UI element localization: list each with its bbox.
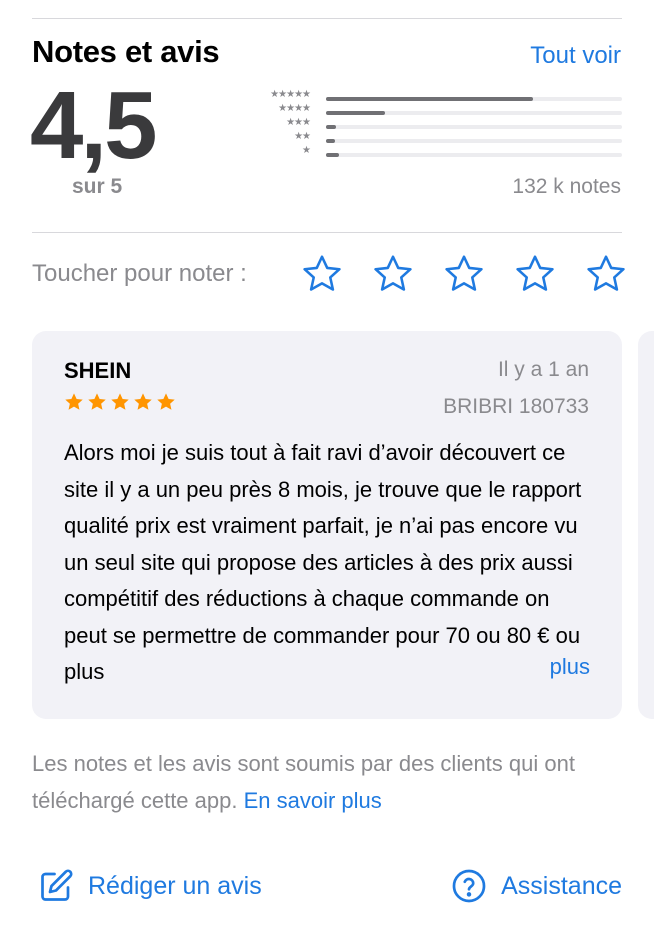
star-filled-icon (88, 393, 106, 410)
compose-icon (41, 869, 73, 901)
reviews-disclaimer: Les notes et les avis sont soumis par de… (32, 745, 622, 819)
histogram-row-2: ★★ (240, 131, 622, 147)
review-title: SHEIN (64, 358, 132, 383)
histogram-stars-label: ★ (302, 145, 311, 156)
star-filled-icon (65, 393, 83, 410)
histogram-bar (326, 139, 335, 143)
histogram-track (326, 125, 622, 129)
star-outline-icon[interactable] (584, 252, 628, 296)
support-label: Assistance (501, 871, 622, 900)
rating-scale-label: sur 5 (72, 175, 123, 198)
histogram-row-1: ★ (240, 145, 622, 161)
histogram-bar (326, 125, 337, 129)
average-rating: 4,5 (30, 72, 157, 179)
histogram-bar (326, 153, 340, 157)
tap-to-rate-label: Toucher pour noter : (32, 260, 247, 287)
histogram-track (326, 139, 622, 143)
question-circle-icon (452, 869, 486, 903)
write-review-button[interactable]: Rédiger un avis (38, 868, 262, 904)
review-body: Alors moi je suis tout à fait ravi d’avo… (64, 440, 582, 684)
middle-divider (32, 232, 622, 233)
review-star-rating (63, 391, 177, 413)
histogram-bar (326, 97, 534, 101)
star-filled-icon (134, 393, 152, 410)
next-review-card[interactable] (638, 331, 654, 719)
tap-to-rate-stars (300, 252, 628, 296)
see-all-link[interactable]: Tout voir (530, 42, 621, 70)
histogram-track (326, 153, 622, 157)
review-more-link[interactable]: plus (550, 654, 590, 680)
star-outline-icon[interactable] (442, 252, 486, 296)
histogram-stars-label: ★★ (294, 131, 311, 142)
review-author: BRIBRI 180733 (443, 395, 589, 418)
star-outline-icon[interactable] (371, 252, 415, 296)
star-outline-icon[interactable] (300, 252, 344, 296)
review-card[interactable]: SHEIN Il y a 1 an BRIBRI 180733 Alors mo… (32, 331, 622, 719)
histogram-bar (326, 111, 386, 115)
histogram-stars-label: ★★★★★ (270, 89, 311, 100)
top-divider (32, 18, 622, 19)
star-outline-icon[interactable] (513, 252, 557, 296)
star-filled-icon (157, 393, 175, 410)
write-review-label: Rédiger un avis (88, 871, 262, 900)
histogram-track (326, 97, 622, 101)
support-button[interactable]: Assistance (451, 868, 622, 904)
histogram-stars-label: ★★★ (286, 117, 311, 128)
histogram-track (326, 111, 622, 115)
histogram-stars-label: ★★★★ (278, 103, 311, 114)
star-filled-icon (111, 393, 129, 410)
learn-more-link[interactable]: En savoir plus (244, 788, 382, 813)
review-more-container: plus (499, 654, 590, 680)
rating-count: 132 k notes (512, 175, 621, 198)
section-title: Notes et avis (32, 34, 220, 69)
review-date: Il y a 1 an (497, 358, 589, 381)
